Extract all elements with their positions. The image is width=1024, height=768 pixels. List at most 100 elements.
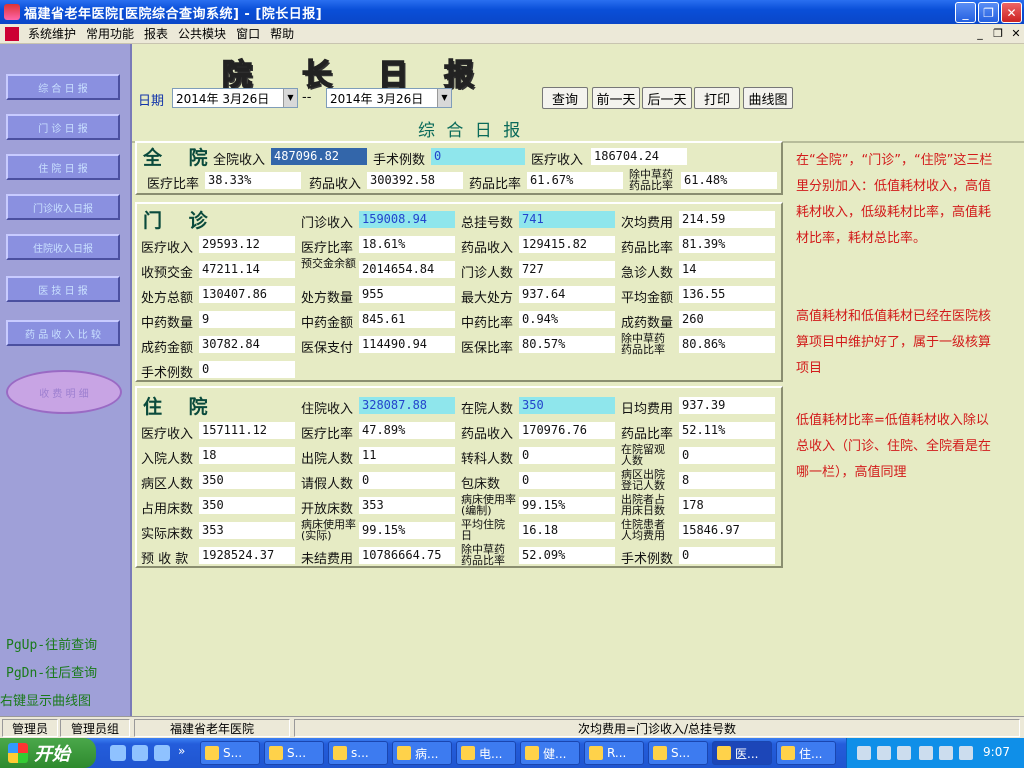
app-icon bbox=[269, 746, 283, 760]
prev-day-button[interactable]: 前一天 bbox=[592, 87, 640, 109]
field-label: 住院收入 bbox=[301, 402, 354, 417]
field-value: 8 bbox=[679, 472, 775, 489]
nav-inpatient-button[interactable]: 住 院 日 报 bbox=[6, 154, 120, 180]
field-label: 药品收入 bbox=[309, 177, 362, 192]
date-to-picker[interactable]: 2014年 3月26日 ▼ bbox=[326, 88, 452, 108]
volume-icon[interactable] bbox=[959, 746, 973, 760]
field-value: 2014654.84 bbox=[359, 261, 455, 278]
chart-button[interactable]: 曲线图 bbox=[743, 87, 793, 109]
section-title-outpatient: 门 诊 bbox=[143, 210, 218, 232]
field-label: 最大处方 bbox=[461, 291, 514, 306]
field-label: 医疗收入 bbox=[531, 153, 584, 168]
menu-public[interactable]: 公共模块 bbox=[173, 25, 231, 42]
menu-window[interactable]: 窗口 bbox=[231, 25, 265, 42]
field-label: 包床数 bbox=[461, 477, 501, 492]
child-restore-button[interactable]: ❐ bbox=[990, 27, 1006, 41]
field-label: 医疗比率 bbox=[301, 241, 354, 256]
field-label: 转科人数 bbox=[461, 452, 514, 467]
close-button[interactable]: ✕ bbox=[1001, 2, 1022, 23]
keyboard-icon[interactable] bbox=[857, 746, 871, 760]
network-icon[interactable] bbox=[939, 746, 953, 760]
taskbar-item[interactable]: 电... bbox=[456, 741, 516, 765]
field-label: 开放床数 bbox=[301, 502, 354, 517]
print-button[interactable]: 打印 bbox=[694, 87, 740, 109]
nav-comprehensive-button[interactable]: 综 合 日 报 bbox=[6, 74, 120, 100]
chevron-down-icon[interactable]: ▼ bbox=[437, 89, 451, 107]
help-icon[interactable] bbox=[897, 746, 911, 760]
field-value: 353 bbox=[359, 497, 455, 514]
title-bar: 福建省老年医院[医院综合查询系统] - [院长日报] _ ❐ ✕ bbox=[0, 0, 1024, 24]
taskbar-item[interactable]: 病... bbox=[392, 741, 452, 765]
taskbar-item[interactable]: s... bbox=[328, 741, 388, 765]
pen-icon[interactable] bbox=[877, 746, 891, 760]
field-value: 18.61% bbox=[359, 236, 455, 253]
note-1: 在“全院”，“门诊”，“住院”这三栏里分别加入：低值耗材收入，高值耗材收入，低级… bbox=[796, 153, 993, 246]
field-label: 药品收入 bbox=[461, 241, 514, 256]
field-value: 114490.94 bbox=[359, 336, 455, 353]
taskbar-item[interactable]: R... bbox=[584, 741, 644, 765]
start-button[interactable]: 开始 bbox=[0, 738, 96, 768]
quicklaunch-icon[interactable] bbox=[132, 745, 148, 761]
panel-outpatient: 门 诊 门诊收入 159008.94 总挂号数 741 次均费用 214.59 … bbox=[135, 202, 783, 382]
field-label: 除中草药药品比率 bbox=[621, 332, 665, 356]
main-content: 院 长 日 报 日期 2014年 3月26日 ▼ -- 2014年 3月26日 … bbox=[132, 44, 1024, 716]
maximize-button[interactable]: ❐ bbox=[978, 2, 999, 23]
field-label: 医疗收入 bbox=[141, 427, 194, 442]
menu-common[interactable]: 常用功能 bbox=[81, 25, 139, 42]
child-close-button[interactable]: ✕ bbox=[1008, 27, 1024, 41]
sidebar: 综 合 日 报 门 诊 日 报 住 院 日 报 门诊收入日报 住院收入日报 医 … bbox=[0, 44, 132, 716]
field-label: 次均费用 bbox=[621, 216, 674, 231]
field-label: 在院留观人数 bbox=[621, 443, 665, 467]
nav-outpatient-button[interactable]: 门 诊 日 报 bbox=[6, 114, 120, 140]
child-minimize-button[interactable]: _ bbox=[972, 27, 988, 41]
taskbar-item[interactable]: S... bbox=[264, 741, 324, 765]
nav-inpatient-income-button[interactable]: 住院收入日报 bbox=[6, 234, 120, 260]
taskbar-item[interactable]: 健... bbox=[520, 741, 580, 765]
next-day-button[interactable]: 后一天 bbox=[642, 87, 692, 109]
nav-drug-income-button[interactable]: 药 品 收 入 比 较 bbox=[6, 320, 120, 346]
field-label: 医疗收入 bbox=[141, 241, 194, 256]
menu-system[interactable]: 系统维护 bbox=[23, 25, 81, 42]
field-label: 平均金额 bbox=[621, 291, 674, 306]
nav-fee-detail-button[interactable]: 收 费 明 细 bbox=[6, 370, 122, 414]
query-button[interactable]: 查询 bbox=[542, 87, 588, 109]
field-value: 16.18 bbox=[519, 522, 615, 539]
minimize-button[interactable]: _ bbox=[955, 2, 976, 23]
field-label: 成药金额 bbox=[141, 341, 194, 356]
taskbar-item-active[interactable]: 医... bbox=[712, 741, 772, 765]
field-label: 成药数量 bbox=[621, 316, 674, 331]
menu-bar: 系统维护 常用功能 报表 公共模块 窗口 帮助 _ ❐ ✕ bbox=[0, 24, 1024, 44]
note-2: 高值耗材和低值耗材已经在医院核算项目中维护好了，属于一级核算项目 bbox=[796, 309, 992, 376]
nav-outpatient-income-button[interactable]: 门诊收入日报 bbox=[6, 194, 120, 220]
arrow-left-icon[interactable] bbox=[919, 746, 933, 760]
field-value: 260 bbox=[679, 311, 775, 328]
date-from-picker[interactable]: 2014年 3月26日 ▼ bbox=[172, 88, 298, 108]
taskbar-item-label: S... bbox=[671, 746, 691, 760]
taskbar-item[interactable]: S... bbox=[648, 741, 708, 765]
section-title-inpatient: 住 院 bbox=[143, 396, 218, 418]
quicklaunch-icon[interactable] bbox=[154, 745, 170, 761]
taskbar-item[interactable]: 住... bbox=[776, 741, 836, 765]
field-value: 81.39% bbox=[679, 236, 775, 253]
field-value: 0 bbox=[679, 447, 775, 464]
field-label: 入院人数 bbox=[141, 452, 194, 467]
field-label: 病区人数 bbox=[141, 477, 194, 492]
quicklaunch-more-icon[interactable]: » bbox=[178, 744, 185, 758]
panel-hospital: 全 院 全院收入 487096.82 手术例数 0 医疗收入 186704.24… bbox=[135, 141, 783, 195]
menu-help[interactable]: 帮助 bbox=[265, 25, 299, 42]
section-title-hospital: 全 院 bbox=[143, 147, 218, 169]
field-label: 病区出院登记人数 bbox=[621, 468, 665, 492]
field-value: 0 bbox=[359, 472, 455, 489]
taskbar-item[interactable]: S... bbox=[200, 741, 260, 765]
hint-pgdn: PgDn-往后查询 bbox=[6, 666, 98, 681]
nav-medtech-button[interactable]: 医 技 日 报 bbox=[6, 276, 120, 302]
taskbar-item-label: 健... bbox=[543, 746, 567, 761]
child-window-icon[interactable] bbox=[5, 26, 19, 41]
field-label: 出院人数 bbox=[301, 452, 354, 467]
field-value: 0 bbox=[519, 472, 615, 489]
menu-report[interactable]: 报表 bbox=[139, 25, 173, 42]
field-value: 1928524.37 bbox=[199, 547, 295, 564]
ie-icon[interactable] bbox=[110, 745, 126, 761]
chevron-down-icon[interactable]: ▼ bbox=[283, 89, 297, 107]
field-value: 0.94% bbox=[519, 311, 615, 328]
